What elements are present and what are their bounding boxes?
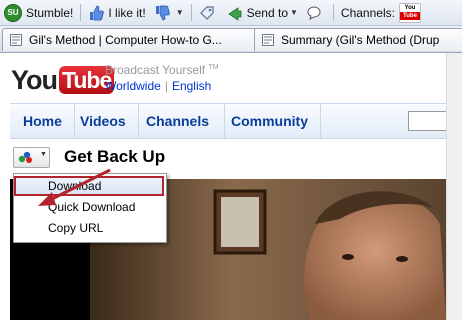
annotation-arrow-icon — [38, 168, 111, 206]
